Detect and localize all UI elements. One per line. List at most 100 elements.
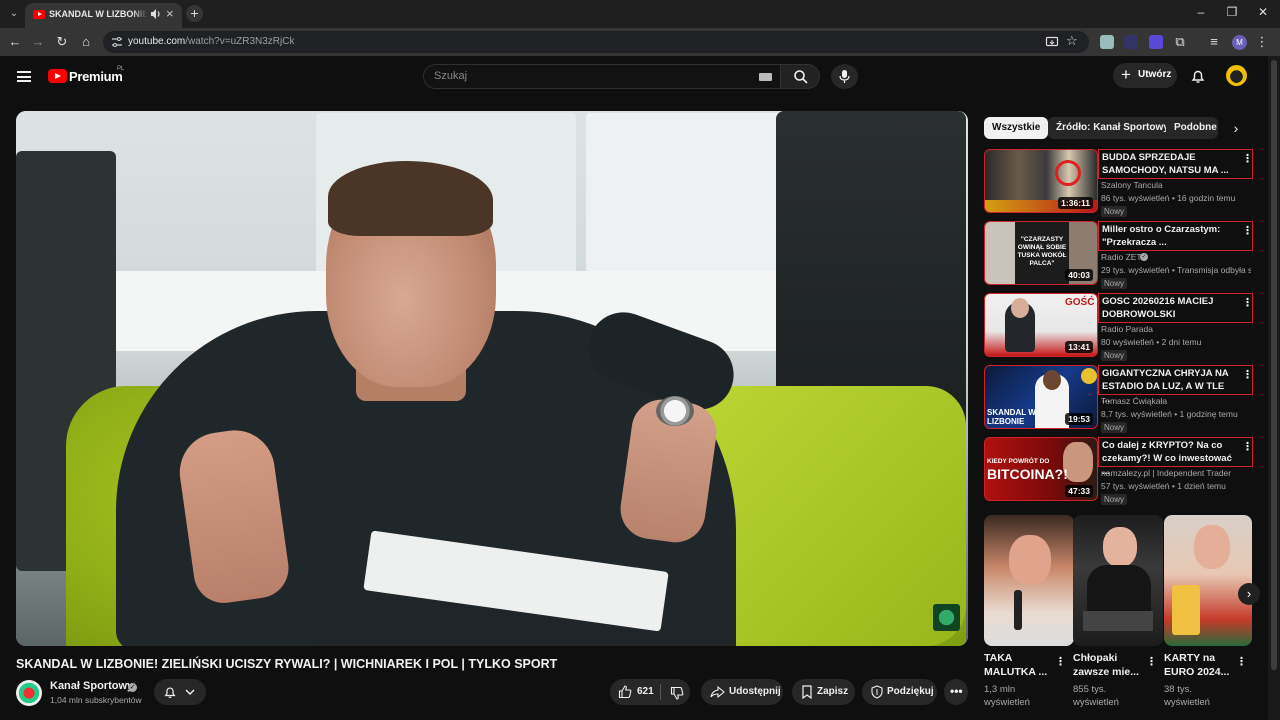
browser-menu-icon[interactable]: ⋮	[1254, 34, 1270, 50]
recommendation-thumbnail[interactable]: GOŚĆ 13:41	[984, 293, 1098, 357]
youtube-logo-icon[interactable]	[48, 69, 67, 83]
like-count[interactable]: 621	[637, 686, 654, 697]
account-avatar[interactable]	[1226, 65, 1247, 86]
more-actions-button[interactable]: •••	[944, 679, 968, 705]
short-title[interactable]: Chłopaki zawsze mie...	[1073, 651, 1145, 679]
tab-audio-icon[interactable]	[149, 7, 163, 21]
thumb-label-top: KIEDY POWRÓT DO	[987, 458, 1050, 465]
address-bar[interactable]: youtube.com/watch?v=uZR3N3zRjCk ☆	[103, 31, 1089, 53]
tab-close-icon[interactable]: ×	[166, 7, 174, 21]
keyboard-icon[interactable]	[759, 73, 772, 81]
save-button[interactable]: Zapisz	[792, 679, 855, 705]
search-button[interactable]	[780, 64, 820, 89]
recommendation-thumbnail[interactable]: 1:36:11	[984, 149, 1098, 213]
new-tab-button[interactable]: +	[186, 5, 203, 22]
channel-avatar[interactable]	[16, 680, 42, 706]
like-divider	[660, 684, 661, 700]
short-microphone	[1014, 590, 1022, 630]
guide-menu-icon[interactable]	[17, 71, 31, 82]
short-thumbnail[interactable]	[1164, 515, 1252, 646]
kebab-menu-icon[interactable]: ⋮	[1242, 296, 1253, 309]
browser-tab-active[interactable]: SKANDAL W LIZBONIE! ZIELIŃSKI UCISZY RYW…	[25, 3, 182, 28]
install-app-icon[interactable]	[1045, 35, 1059, 49]
recommendation-item[interactable]: KIEDY POWRÓT DO BITCOINA?! 47:33 Co dale…	[982, 437, 1254, 505]
voice-search-button[interactable]	[831, 64, 858, 89]
short-title[interactable]: TAKA MALUTKA ...	[984, 651, 1056, 679]
kebab-menu-icon[interactable]: ⋮	[1055, 655, 1066, 668]
recommendation-channel[interactable]: Tomasz Ćwiąkała	[1101, 396, 1167, 406]
video-frame-person-hair	[328, 161, 493, 236]
create-button[interactable]: + Utwórz	[1113, 63, 1177, 88]
scrollbar-thumb[interactable]	[1271, 60, 1277, 670]
bookmark-star-icon[interactable]: ☆	[1066, 33, 1078, 49]
notifications-bell-icon[interactable]	[1190, 68, 1206, 84]
chip-related[interactable]: Podobne	[1166, 117, 1218, 139]
extension-2-icon[interactable]	[1124, 35, 1138, 49]
kebab-menu-icon[interactable]: ⋮	[1242, 440, 1253, 453]
kebab-menu-icon[interactable]: ⋮	[1242, 224, 1253, 237]
youtube-masthead: Premium PL Szukaj + Utwórz	[0, 56, 1268, 98]
search-input[interactable]: Szukaj	[434, 70, 467, 82]
chips-next-chevron-icon[interactable]: ›	[1226, 118, 1246, 138]
kebab-menu-icon[interactable]: ⋮	[1242, 152, 1253, 165]
channel-name[interactable]: Kanał Sportowy	[50, 680, 133, 692]
chip-source[interactable]: Źródło: Kanał Sportowy	[1048, 117, 1177, 139]
channel-watermark-icon[interactable]	[933, 604, 960, 631]
recommendation-title[interactable]: Miller ostro o Czarzastym: "Przekracza .…	[1102, 223, 1232, 249]
dislike-icon[interactable]	[670, 686, 684, 700]
short-card	[1172, 585, 1200, 635]
recommendation-channel[interactable]: Radio Parada	[1101, 324, 1153, 334]
recommendation-thumbnail[interactable]: "CZARZASTY OWINĄŁ SOBIE TUSKA WOKÓŁ PALC…	[984, 221, 1098, 285]
short-title[interactable]: KARTY na EURO 2024...	[1164, 651, 1236, 679]
recommendation-title[interactable]: BUDDA SPRZEDAJE SAMOCHODY, NATSU MA ...	[1102, 151, 1232, 177]
maximize-icon[interactable]: ❐	[1225, 5, 1239, 19]
recommendation-title[interactable]: GOSC 20260216 MACIEJ DOBROWOLSKI	[1102, 295, 1232, 321]
recommendation-thumbnail[interactable]: SKANDAL W LIZBONIE 19:53	[984, 365, 1098, 429]
thanks-button[interactable]: Podziękuj	[862, 679, 937, 705]
shorts-next-chevron-icon[interactable]: ›	[1238, 583, 1260, 605]
home-icon[interactable]: ⌂	[78, 34, 94, 50]
recommendation-meta: 29 tys. wyświetleń • Transmisja odbyła s…	[1101, 265, 1251, 275]
thumb-label-big: BITCOINA?!	[987, 466, 1068, 482]
site-info-icon[interactable]	[110, 35, 124, 49]
share-button[interactable]: Udostępnij	[701, 679, 783, 705]
recommendation-channel[interactable]: Radio ZET	[1101, 252, 1142, 262]
reload-icon[interactable]: ↻	[54, 34, 70, 50]
bell-icon	[164, 687, 176, 698]
recommendation-meta: 80 wyświetleń • 2 dni temu	[1101, 337, 1202, 347]
extension-3-icon[interactable]	[1149, 35, 1163, 49]
video-player[interactable]	[16, 111, 968, 646]
kebab-menu-icon[interactable]: ⋮	[1242, 368, 1253, 381]
window-close-icon[interactable]: ✕	[1256, 5, 1270, 19]
recommendation-channel[interactable]: namzalezy.pl | Independent Trader	[1101, 468, 1231, 478]
recommendation-thumbnail[interactable]: KIEDY POWRÓT DO BITCOINA?! 47:33	[984, 437, 1098, 501]
chip-all[interactable]: Wszystkie	[984, 117, 1049, 139]
verified-badge-icon: ✓	[128, 683, 137, 692]
url-text: youtube.com/watch?v=uZR3N3zRjCk	[128, 36, 295, 47]
profile-avatar[interactable]: M	[1232, 35, 1247, 50]
recommendation-item[interactable]: SKANDAL W LIZBONIE 19:53 GIGANTYCZNA CHR…	[982, 365, 1254, 433]
search-box[interactable]: Szukaj	[423, 64, 781, 89]
minimize-icon[interactable]: –	[1194, 5, 1208, 19]
media-control-icon[interactable]: ≡	[1206, 34, 1222, 50]
recommendation-item[interactable]: 1:36:11 BUDDA SPRZEDAJE SAMOCHODY, NATSU…	[982, 149, 1254, 217]
subscription-bell-button[interactable]	[154, 679, 206, 705]
short-thumbnail[interactable]	[984, 515, 1074, 646]
extensions-puzzle-icon[interactable]: ⧉	[1172, 34, 1188, 50]
like-icon[interactable]	[618, 685, 632, 699]
back-icon[interactable]: ←	[7, 34, 23, 50]
recommendation-item[interactable]: "CZARZASTY OWINĄŁ SOBIE TUSKA WOKÓŁ PALC…	[982, 221, 1254, 289]
forward-icon[interactable]: →	[30, 34, 46, 50]
page-scrollbar[interactable]	[1268, 56, 1280, 720]
recommendation-channel[interactable]: Szalony Tancula	[1101, 180, 1163, 190]
tab-search-chevron-icon[interactable]: ⌄	[6, 6, 22, 22]
kebab-menu-icon[interactable]: ⋮	[1146, 655, 1157, 668]
browser-toolbar: ← → ↻ ⌂ youtube.com/watch?v=uZR3N3zRjCk …	[0, 28, 1280, 56]
plus-icon: +	[1121, 65, 1131, 84]
logo-text[interactable]: Premium	[69, 69, 123, 84]
kebab-menu-icon[interactable]: ⋮	[1236, 655, 1247, 668]
extension-1-icon[interactable]	[1100, 35, 1114, 49]
short-thumbnail[interactable]	[1073, 515, 1163, 646]
recommendation-item[interactable]: GOŚĆ 13:41 GOSC 20260216 MACIEJ DOBROWOL…	[982, 293, 1254, 361]
video-frame-watch	[656, 396, 694, 426]
